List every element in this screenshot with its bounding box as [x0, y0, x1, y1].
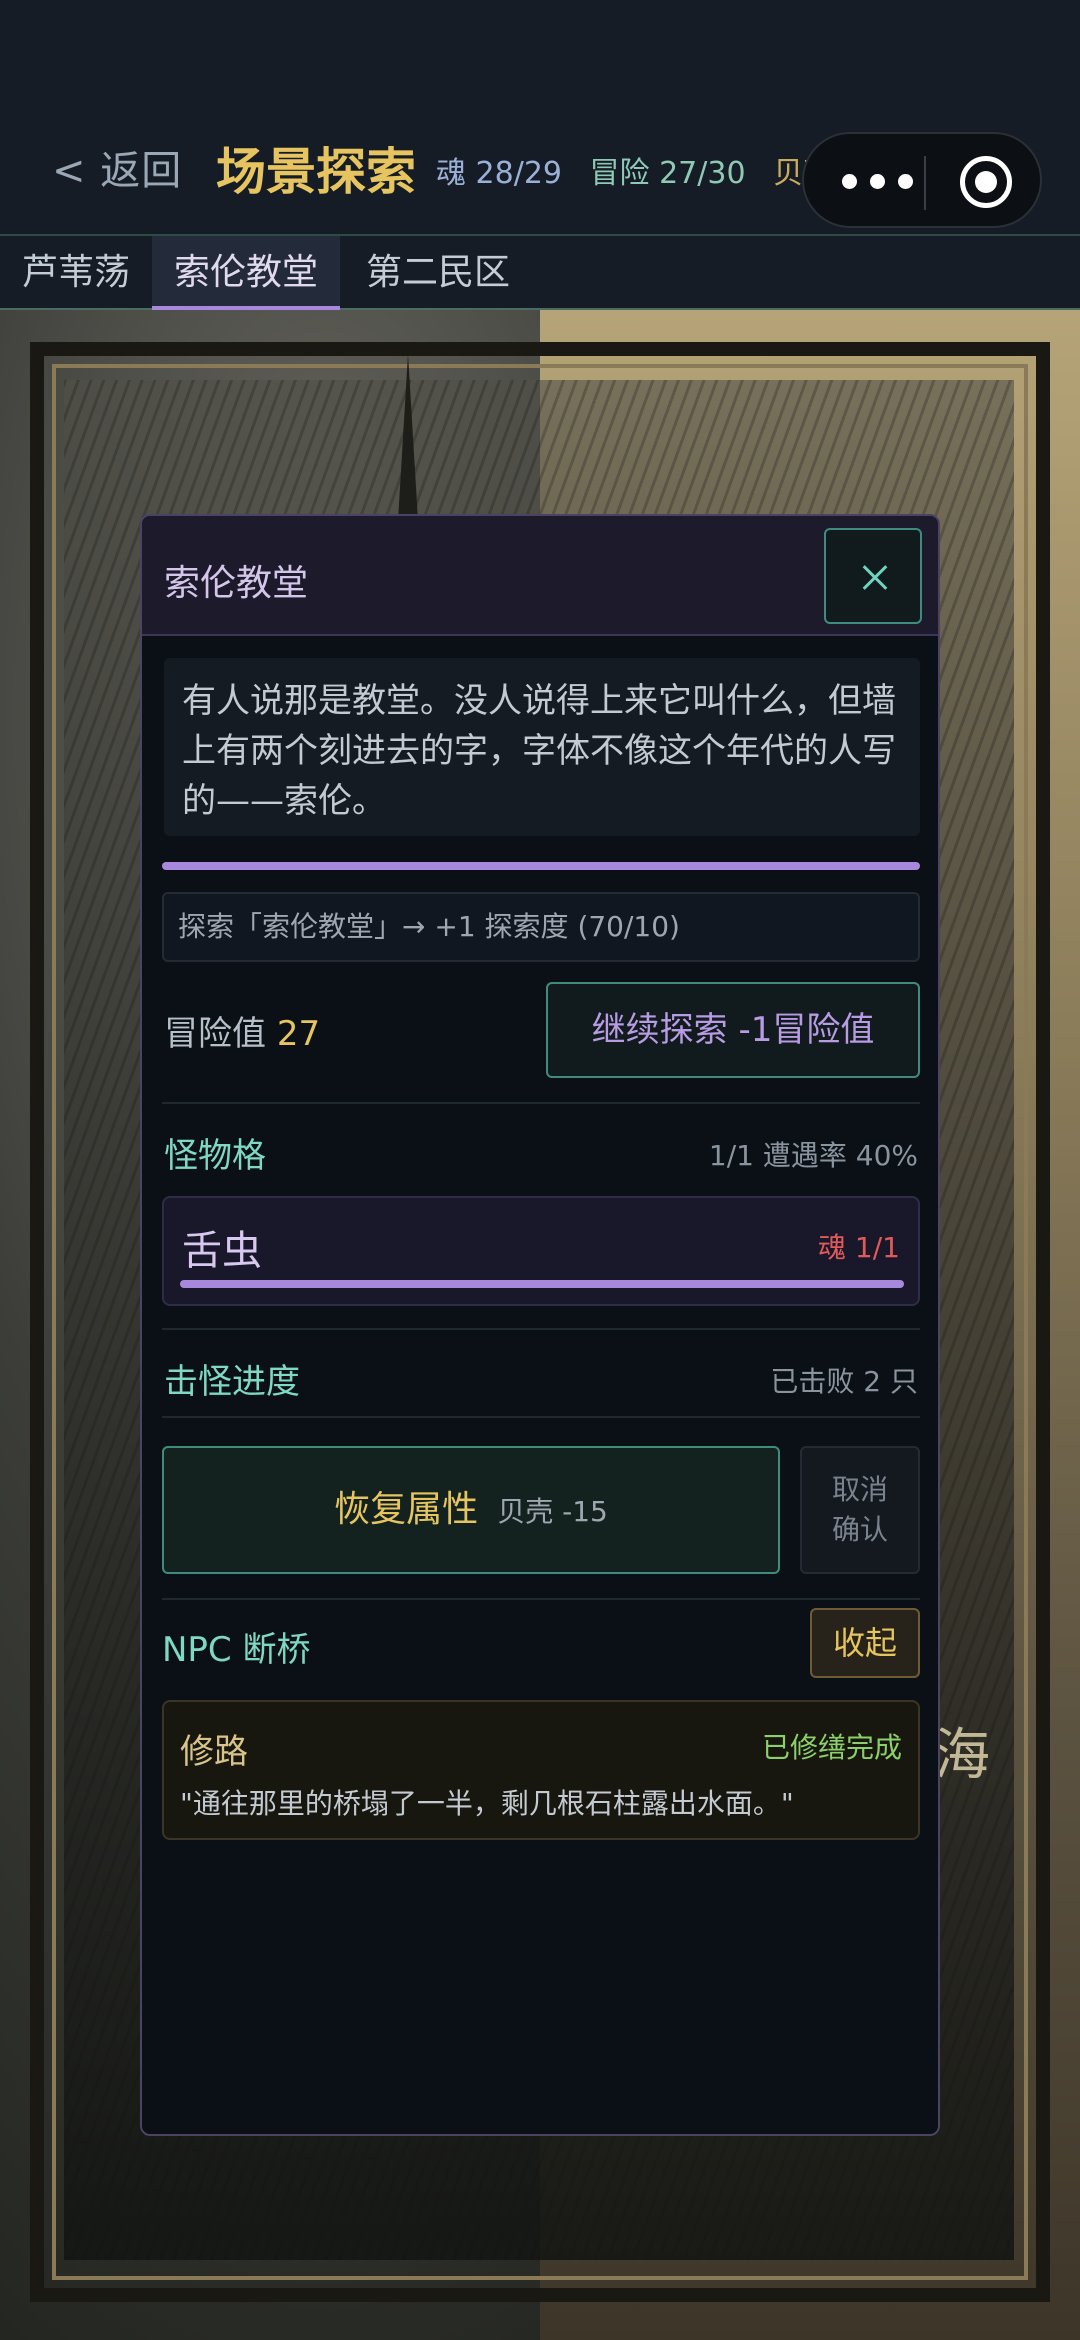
quest-name: 修路	[180, 1732, 248, 1772]
restore-attributes-button[interactable]: 恢复属性 贝壳 -15	[162, 1446, 780, 1574]
adventure-value: 冒险值 27	[164, 1006, 320, 1055]
adventure-value-number: 27	[276, 1014, 321, 1054]
scene-description: 有人说那是教堂。没人说得上来它叫什么，但墙上有两个刻进去的字，字体不像这个年代的…	[164, 658, 920, 836]
divider	[162, 1416, 920, 1418]
restore-label: 恢复属性	[334, 1489, 479, 1530]
quest-dialogue: "通往那里的桥塌了一半，剩几根石柱露出水面。"	[180, 1787, 794, 1820]
page-title: 场景探索	[216, 143, 416, 201]
confirm-label: 确认	[831, 1513, 888, 1546]
artwork-corner-glyph: 海	[934, 1723, 990, 1788]
adventure-stat: 冒险 27/30	[589, 156, 746, 191]
monster-card[interactable]: 舌虫 魂 1/1	[162, 1196, 920, 1306]
monster-hp-bar	[180, 1280, 904, 1288]
quest-card: 修路 已修缮完成 "通往那里的桥塌了一半，剩几根石柱露出水面。"	[162, 1700, 920, 1840]
npc-section-title: NPC 断桥	[162, 1630, 311, 1670]
close-miniprogram-icon[interactable]	[960, 156, 1012, 208]
top-header: < 返回 场景探索 魂 28/29 冒险 27/30 贝壳 499	[0, 0, 1080, 236]
cancel-confirm-button[interactable]: 取消 确认	[800, 1446, 920, 1574]
miniprogram-capsule	[802, 132, 1042, 228]
close-icon[interactable]	[824, 528, 922, 624]
kill-count: 已击败 2 只	[770, 1365, 918, 1398]
more-icon[interactable]	[834, 172, 924, 192]
modal-title: 索伦教堂	[164, 563, 309, 604]
collapse-button[interactable]: 收起	[810, 1608, 920, 1678]
monster-soul-count: 魂 1/1	[818, 1231, 900, 1264]
monster-section-title: 怪物格	[164, 1136, 266, 1176]
adventure-value-label: 冒险值	[164, 1014, 266, 1054]
tab-reed-marsh[interactable]: 芦苇荡	[0, 236, 152, 310]
monster-hp-fill	[180, 1280, 904, 1288]
kill-progress-title: 击怪进度	[164, 1362, 300, 1402]
scene-detail-modal: 索伦教堂 有人说那是教堂。没人说得上来它叫什么，但墙上有两个刻进去的字，字体不像…	[140, 514, 940, 2136]
modal-header: 索伦教堂	[142, 516, 938, 636]
tab-second-district[interactable]: 第二民区	[344, 236, 532, 310]
divider	[162, 1328, 920, 1330]
divider	[162, 1598, 920, 1600]
divider	[162, 1102, 920, 1104]
cancel-label: 取消	[831, 1473, 888, 1506]
monster-encounter-meta: 1/1 遭遇率 40%	[708, 1139, 918, 1172]
scene-tabs: 芦苇荡 索伦教堂 第二民区	[0, 236, 1080, 310]
restore-cost: 贝壳 -15	[497, 1495, 608, 1528]
explore-progress-bar	[162, 862, 920, 870]
quest-status: 已修缮完成	[761, 1731, 902, 1764]
back-button[interactable]: < 返回	[52, 138, 182, 196]
scene-explore-page: 海 < 返回 场景探索 魂 28/29 冒险 27/30 贝壳 499 芦苇荡 …	[0, 0, 1080, 2340]
continue-explore-button[interactable]: 继续探索 -1冒险值	[546, 982, 920, 1078]
capsule-divider	[924, 156, 926, 210]
soul-stat: 魂 28/29	[436, 156, 562, 191]
tab-solun-church[interactable]: 索伦教堂	[152, 236, 341, 310]
monster-name: 舌虫	[182, 1228, 262, 1274]
explore-reward-note: 探索「索伦教堂」→ +1 探索度 (70/10)	[162, 892, 920, 962]
